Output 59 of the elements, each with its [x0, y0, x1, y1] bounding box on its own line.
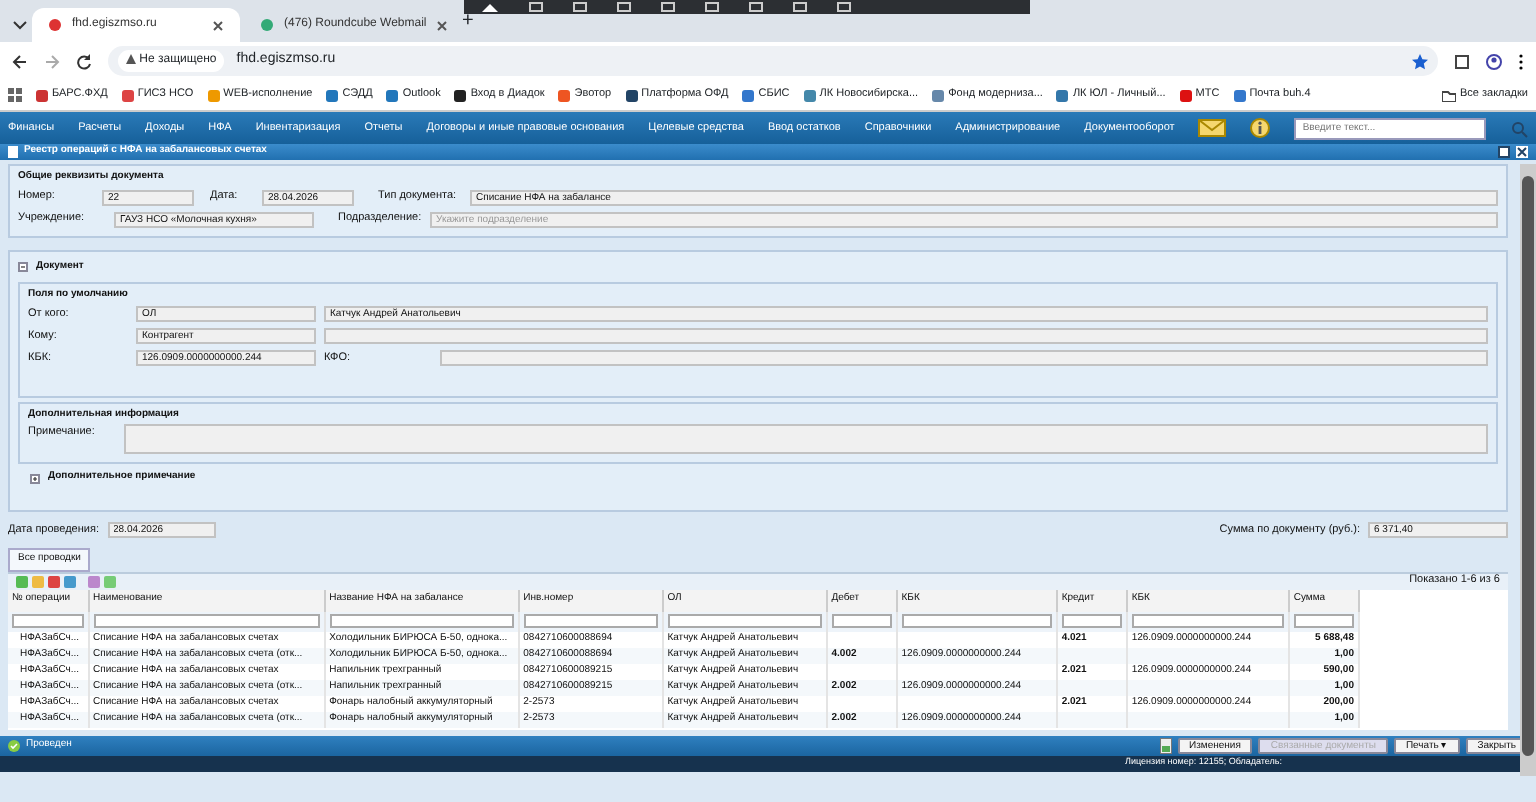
site-icon	[1179, 89, 1192, 101]
toolbar-icon[interactable]	[748, 2, 764, 12]
back-icon[interactable]	[12, 53, 28, 69]
filter-field[interactable]	[1131, 614, 1284, 628]
warning-icon	[126, 53, 136, 64]
filter-field[interactable]	[93, 614, 320, 628]
document-icon[interactable]	[1159, 737, 1171, 753]
filter-field[interactable]	[1293, 614, 1354, 628]
filter-field[interactable]	[831, 614, 892, 628]
apps-icon[interactable]	[8, 88, 22, 102]
site-icon	[1056, 89, 1069, 101]
filter-field[interactable]	[523, 614, 658, 628]
filter-field[interactable]	[667, 614, 822, 628]
chevron-up-icon[interactable]	[480, 1, 500, 13]
close-icon[interactable]	[212, 19, 224, 31]
site-icon	[454, 89, 467, 101]
toolbar-icon[interactable]	[704, 2, 720, 12]
site-icon	[207, 89, 220, 101]
toolbar-icon[interactable]	[660, 2, 676, 12]
toolbar-icon[interactable]	[792, 2, 808, 12]
close-icon[interactable]	[1516, 146, 1528, 158]
folder-icon	[1441, 89, 1456, 101]
site-icon	[1233, 89, 1246, 101]
document-icon	[8, 146, 18, 158]
site-icon	[386, 89, 399, 101]
filter-field[interactable]	[1061, 614, 1122, 628]
expand-icon[interactable]	[30, 473, 40, 483]
toolbar-icon[interactable]	[572, 2, 588, 12]
restore-icon[interactable]	[1498, 146, 1510, 158]
toolbar-icon[interactable]	[616, 2, 632, 12]
site-icon	[558, 89, 571, 101]
profile-icon[interactable]	[1486, 53, 1502, 69]
site-icon	[121, 89, 134, 101]
filter-field[interactable]	[329, 614, 514, 628]
info-icon[interactable]	[1250, 118, 1271, 138]
site-icon	[742, 89, 755, 101]
text-field[interactable]	[124, 424, 1488, 454]
mail-icon[interactable]	[1198, 118, 1227, 138]
filter-field[interactable]	[12, 614, 84, 628]
site-icon	[326, 89, 339, 101]
check-icon	[8, 739, 20, 751]
close-icon[interactable]	[436, 19, 449, 31]
site-icon	[36, 89, 48, 101]
star-icon[interactable]	[1412, 53, 1428, 69]
more-icon[interactable]	[1518, 53, 1524, 69]
reload-icon[interactable]	[76, 53, 92, 69]
site-icon	[625, 89, 638, 101]
toolbar-icon[interactable]	[836, 2, 852, 12]
site-icon	[803, 89, 816, 101]
filter-field[interactable]	[901, 614, 1052, 628]
toolbar-icon[interactable]	[528, 2, 544, 12]
dropdown-icon[interactable]	[12, 16, 28, 32]
collapse-icon[interactable]	[18, 262, 28, 272]
text-field[interactable]	[324, 328, 1488, 344]
extensions-icon[interactable]	[1454, 53, 1470, 69]
site-icon	[932, 89, 945, 101]
new-tab-button[interactable]: +	[462, 6, 474, 36]
scrollbar[interactable]	[1520, 164, 1536, 776]
text-field[interactable]	[440, 350, 1488, 366]
